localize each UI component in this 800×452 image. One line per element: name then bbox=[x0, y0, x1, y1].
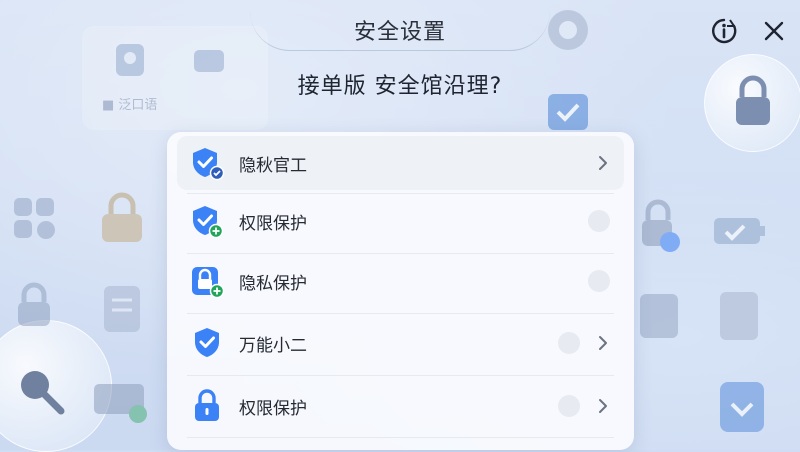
chevron-right-icon bbox=[599, 399, 607, 413]
divider bbox=[187, 375, 614, 376]
menu-item-permission-protection[interactable]: 权限保护 bbox=[177, 194, 624, 248]
page-title: 安全设置 bbox=[353, 20, 446, 45]
close-button[interactable] bbox=[759, 16, 789, 46]
menu-item-label: 隐私保护 bbox=[239, 273, 307, 294]
shield-check-icon bbox=[193, 148, 225, 181]
chevron-right-icon bbox=[599, 336, 607, 350]
toggle-indicator bbox=[588, 210, 610, 232]
title-bar: 安全设置 bbox=[0, 0, 800, 58]
menu-item-label: 权限保护 bbox=[239, 398, 307, 419]
lock-plus-icon bbox=[192, 267, 225, 299]
shield-down-icon bbox=[720, 382, 764, 432]
padlock-small-icon bbox=[18, 282, 50, 326]
grid-icon bbox=[14, 198, 55, 239]
menu-item-label: 万能小二 bbox=[239, 335, 307, 356]
page-subtitle: 接单版 安全馆沿理? bbox=[297, 74, 503, 99]
lock-icon bbox=[195, 389, 219, 421]
settings-menu-panel: 隐秋官工 权限保护 隐私保护 万能小二 权限保护 bbox=[167, 132, 634, 450]
chevron-right-icon bbox=[599, 156, 607, 170]
toggle-indicator bbox=[558, 395, 580, 417]
menu-item-label: 权限保护 bbox=[239, 213, 307, 234]
menu-item-label: 隐秋官工 bbox=[239, 155, 307, 176]
lock-check-icon bbox=[642, 199, 680, 252]
close-icon bbox=[764, 21, 784, 41]
toggle-indicator bbox=[558, 332, 580, 354]
padlock-icon bbox=[102, 192, 142, 242]
note-icon bbox=[720, 292, 758, 340]
keyboard-icon bbox=[94, 384, 147, 423]
shield-check-icon bbox=[195, 328, 219, 357]
search-icon bbox=[21, 371, 65, 415]
divider bbox=[187, 313, 614, 314]
menu-item-assistant[interactable]: 万能小二 bbox=[177, 316, 624, 370]
menu-item-privacy-protection[interactable]: 隐私保护 bbox=[177, 254, 624, 308]
document-icon bbox=[104, 286, 140, 332]
toggle-indicator bbox=[588, 270, 610, 292]
battery-icon bbox=[714, 218, 765, 244]
archive-icon bbox=[640, 294, 678, 338]
info-icon bbox=[712, 18, 737, 44]
menu-item-privacy-officer[interactable]: 隐秋官工 bbox=[177, 136, 624, 190]
info-button[interactable] bbox=[709, 16, 739, 46]
divider bbox=[187, 437, 614, 438]
shield-plus-icon bbox=[193, 206, 224, 239]
menu-item-permission-protection-lock[interactable]: 权限保护 bbox=[177, 379, 624, 433]
